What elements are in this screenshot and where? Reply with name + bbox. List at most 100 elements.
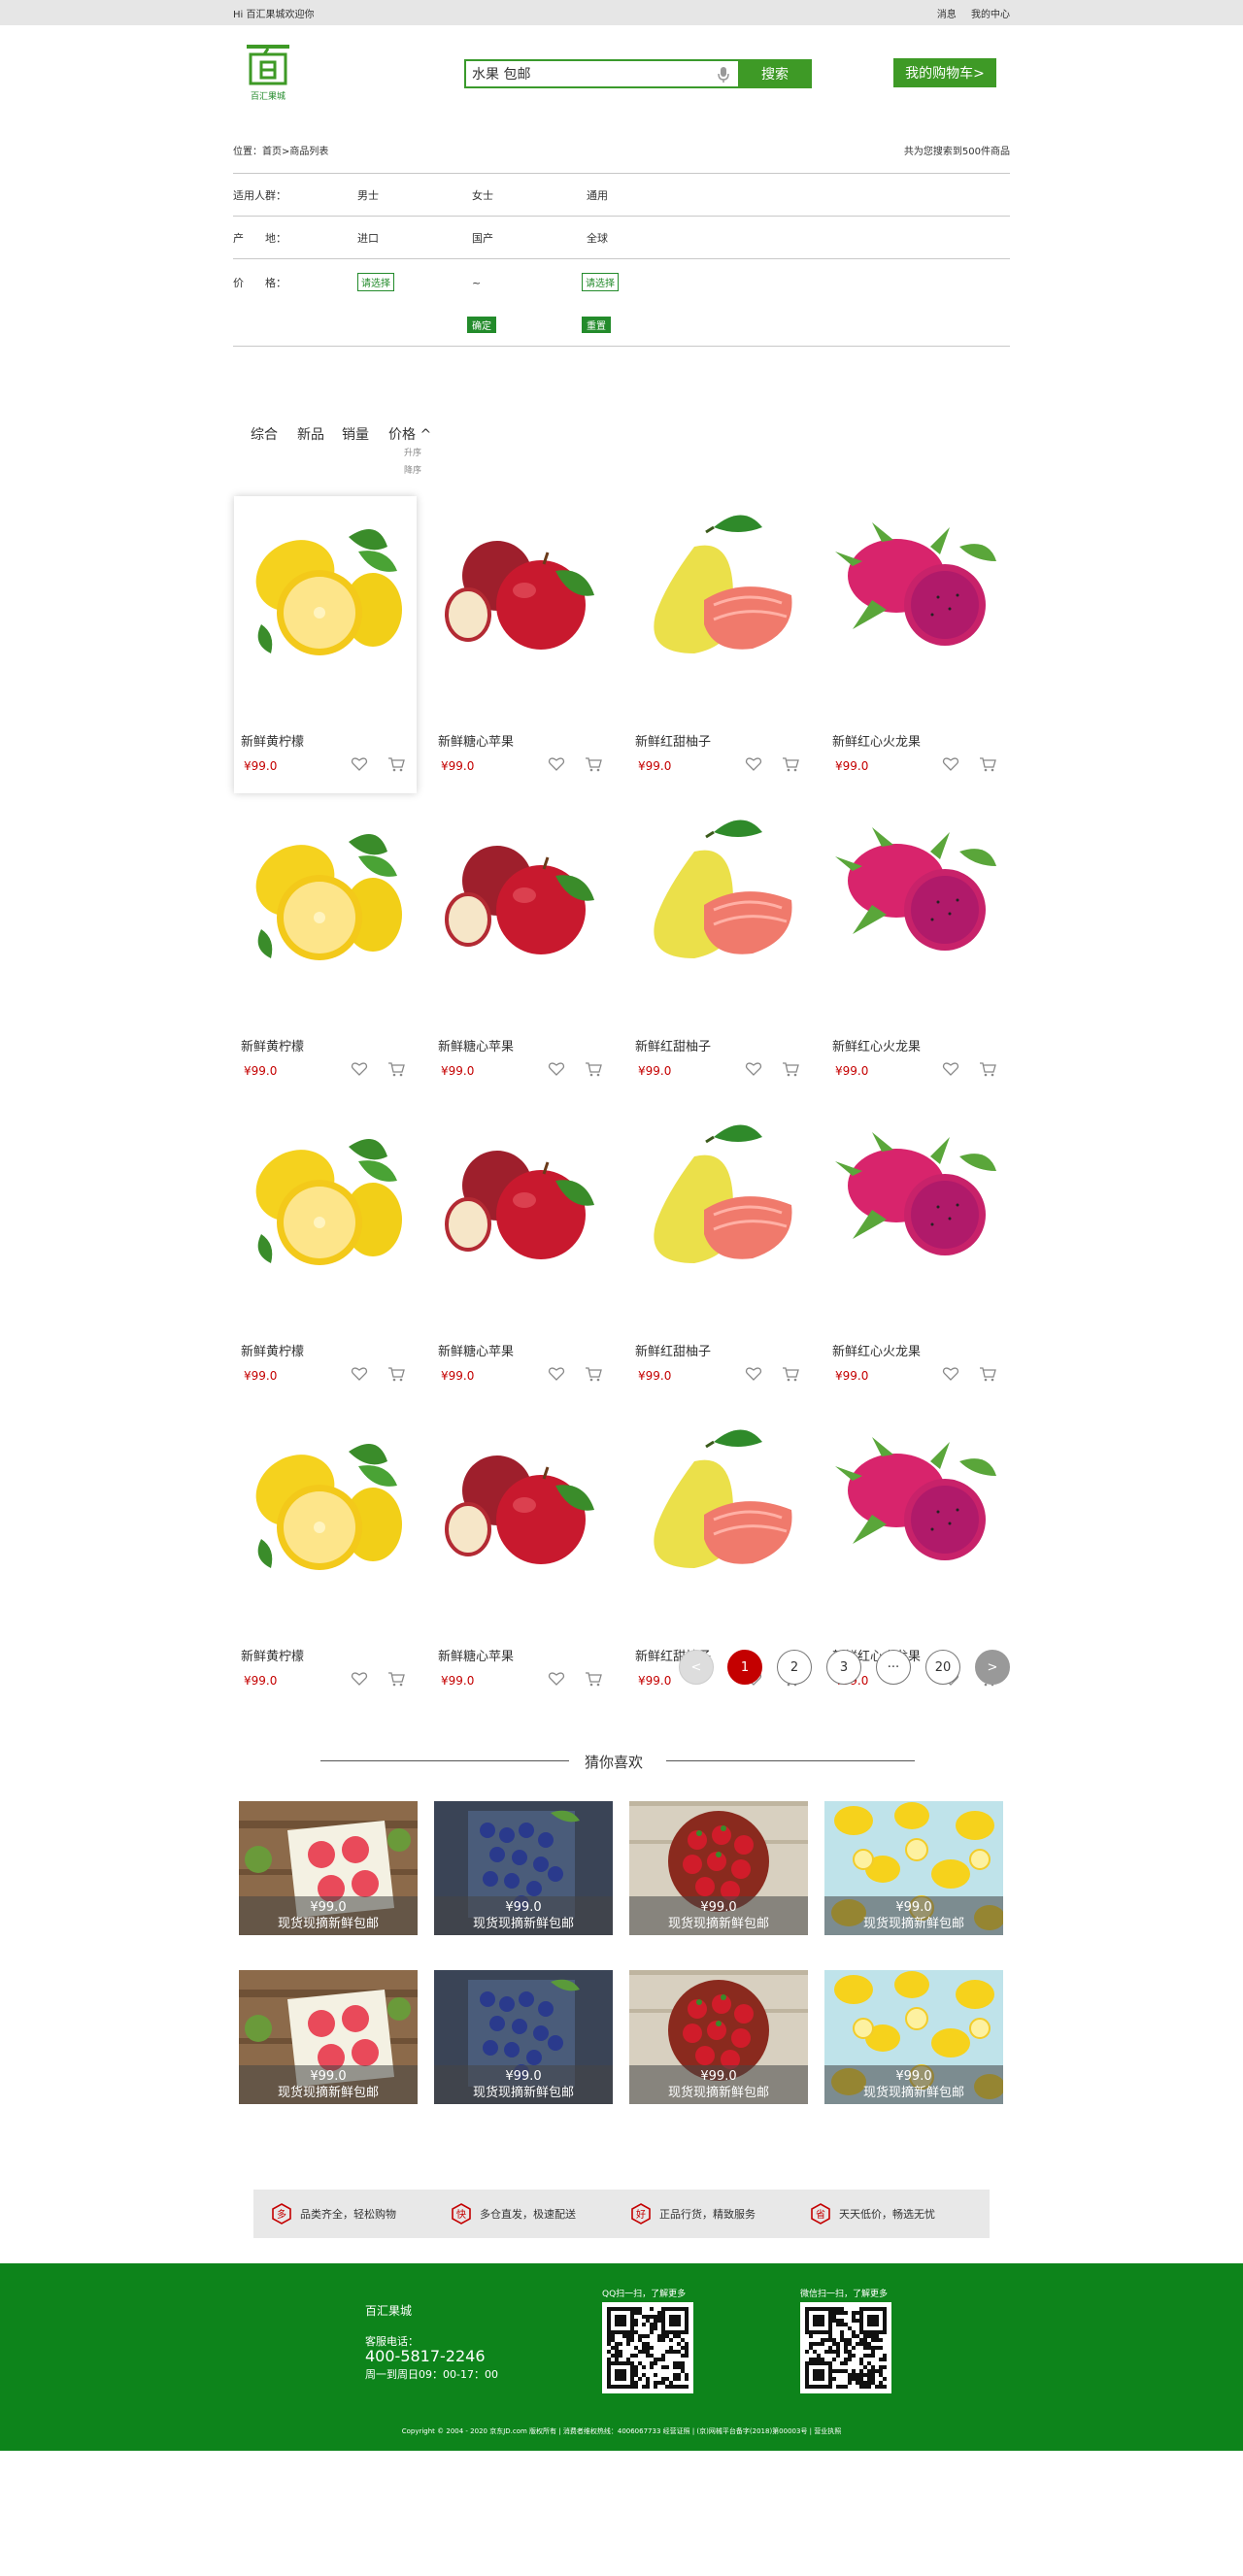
product-card[interactable]: 新鲜红甜柚子 ¥99.0 [628,1106,811,1383]
recommend-item[interactable]: ¥99.0 现货现摘新鲜包邮 [239,1970,418,2104]
sort-price-desc[interactable]: 降序 [404,463,421,476]
product-card[interactable]: 新鲜红心火龙果 ¥99.0 [825,496,1008,773]
sort-newest[interactable]: 新品 [297,424,324,444]
price-min-select[interactable]: 请选择 [357,273,394,291]
product-image[interactable] [242,1422,409,1582]
heart-icon[interactable] [351,756,368,772]
product-image[interactable] [439,508,606,667]
product-image[interactable] [439,1422,606,1582]
page-1[interactable]: 1 [727,1650,762,1685]
recommend-item[interactable]: ¥99.0 现货现摘新鲜包邮 [434,1970,613,2104]
page-ellipsis[interactable]: ··· [876,1650,911,1685]
messages-link[interactable]: 消息 [937,10,957,20]
product-card[interactable]: 新鲜红心火龙果 ¥99.0 [825,801,1008,1078]
product-image[interactable] [636,1118,803,1277]
product-name[interactable]: 新鲜黄柠檬 [241,1341,304,1359]
product-card[interactable]: 新鲜黄柠檬 ¥99.0 [234,1106,417,1383]
filter-option-male[interactable]: 男士 [357,187,472,203]
sort-price-asc[interactable]: 升序 [404,446,421,458]
cart-icon[interactable] [585,1366,602,1382]
product-name[interactable]: 新鲜糖心苹果 [438,1341,514,1359]
cart-icon[interactable] [979,1061,996,1077]
product-image[interactable] [833,813,1000,972]
recommend-item[interactable]: ¥99.0 现货现摘新鲜包邮 [239,1801,418,1935]
product-name[interactable]: 新鲜红甜柚子 [635,1341,711,1359]
reset-button[interactable]: 重置 [582,317,611,333]
cart-icon[interactable] [782,756,799,772]
product-card[interactable]: 新鲜黄柠檬 ¥99.0 [234,496,417,773]
cart-icon[interactable] [585,1061,602,1077]
filter-option-female[interactable]: 女士 [472,187,587,203]
sort-price[interactable]: 价格 ^ [388,424,431,444]
price-max-select[interactable]: 请选择 [582,273,619,291]
product-image[interactable] [242,508,409,667]
cart-icon[interactable] [387,1061,405,1077]
product-card[interactable]: 新鲜黄柠檬 ¥99.0 [234,801,417,1078]
site-logo[interactable]: 百汇果城 [245,43,291,103]
heart-icon[interactable] [942,1366,959,1382]
product-card[interactable]: 新鲜黄柠檬 ¥99.0 [234,1411,417,1688]
page-20[interactable]: 20 [925,1650,960,1685]
product-image[interactable] [439,813,606,972]
heart-icon[interactable] [351,1366,368,1382]
product-card[interactable]: 新鲜红甜柚子 ¥99.0 [628,801,811,1078]
search-input[interactable]: 水果 包邮 [464,59,738,88]
heart-icon[interactable] [548,1366,565,1382]
cart-icon[interactable] [387,756,405,772]
product-name[interactable]: 新鲜黄柠檬 [241,1036,304,1054]
recommend-item[interactable]: ¥99.0 现货现摘新鲜包邮 [629,1970,808,2104]
cart-icon[interactable] [782,1061,799,1077]
product-card[interactable]: 新鲜红甜柚子 ¥99.0 [628,496,811,773]
product-name[interactable]: 新鲜红甜柚子 [635,1036,711,1054]
product-name[interactable]: 新鲜黄柠檬 [241,731,304,750]
next-page-button[interactable]: > [975,1650,1010,1685]
product-card[interactable]: 新鲜红甜柚子 ¥99.0 [628,1411,811,1688]
product-image[interactable] [636,508,803,667]
product-image[interactable] [833,1118,1000,1277]
product-card[interactable]: 新鲜糖心苹果 ¥99.0 [431,1106,614,1383]
product-image[interactable] [833,508,1000,667]
heart-icon[interactable] [351,1061,368,1077]
product-name[interactable]: 新鲜红心火龙果 [832,1341,921,1359]
product-image[interactable] [242,1118,409,1277]
sort-sales[interactable]: 销量 [342,424,369,444]
heart-icon[interactable] [942,1061,959,1077]
filter-option-global[interactable]: 全球 [587,230,701,246]
cart-icon[interactable] [979,1366,996,1382]
product-card[interactable]: 新鲜糖心苹果 ¥99.0 [431,496,614,773]
cart-icon[interactable] [387,1366,405,1382]
product-card[interactable]: 新鲜糖心苹果 ¥99.0 [431,1411,614,1688]
heart-icon[interactable] [745,1061,762,1077]
heart-icon[interactable] [745,1366,762,1382]
heart-icon[interactable] [942,756,959,772]
product-name[interactable]: 新鲜糖心苹果 [438,1036,514,1054]
cart-icon[interactable] [782,1366,799,1382]
heart-icon[interactable] [745,756,762,772]
product-name[interactable]: 新鲜红心火龙果 [832,731,921,750]
microphone-icon[interactable] [717,66,730,84]
product-image[interactable] [636,813,803,972]
my-cart-button[interactable]: 我的购物车> [893,58,996,87]
product-name[interactable]: 新鲜红甜柚子 [635,731,711,750]
confirm-button[interactable]: 确定 [467,317,496,333]
product-name[interactable]: 新鲜红心火龙果 [832,1036,921,1054]
product-card[interactable]: 新鲜糖心苹果 ¥99.0 [431,801,614,1078]
filter-option-imported[interactable]: 进口 [357,230,472,246]
recommend-item[interactable]: ¥99.0 现货现摘新鲜包邮 [824,1801,1003,1935]
heart-icon[interactable] [548,756,565,772]
product-image[interactable] [833,1422,1000,1582]
recommend-item[interactable]: ¥99.0 现货现摘新鲜包邮 [824,1970,1003,2104]
my-center-link[interactable]: 我的中心 [971,10,1010,20]
page-2[interactable]: 2 [777,1650,812,1685]
recommend-item[interactable]: ¥99.0 现货现摘新鲜包邮 [434,1801,613,1935]
product-image[interactable] [242,813,409,972]
product-image[interactable] [636,1422,803,1582]
cart-icon[interactable] [585,756,602,772]
prev-page-button[interactable]: < [679,1650,714,1685]
product-image[interactable] [439,1118,606,1277]
sort-comprehensive[interactable]: 综合 [251,424,278,444]
heart-icon[interactable] [548,1061,565,1077]
product-name[interactable]: 新鲜糖心苹果 [438,731,514,750]
filter-option-domestic[interactable]: 国产 [472,230,587,246]
product-card[interactable]: 新鲜红心火龙果 ¥99.0 [825,1411,1008,1688]
